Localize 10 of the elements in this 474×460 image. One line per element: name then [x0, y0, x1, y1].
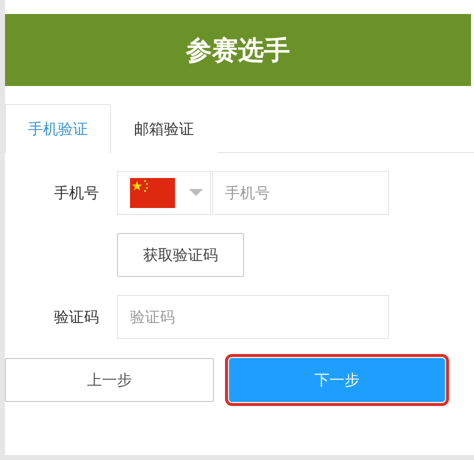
get-code-button[interactable]: 获取验证码	[117, 233, 244, 277]
flag-icon	[130, 178, 175, 208]
caret-icon	[189, 189, 203, 197]
page-title: 参赛选手	[186, 34, 290, 68]
field-label: 手机号	[53, 184, 100, 202]
phone-input[interactable]: 手机号	[212, 171, 389, 215]
field-label: 验证码	[53, 308, 100, 326]
code-input[interactable]: 验证码	[117, 295, 389, 339]
back-button[interactable]: 上一步	[5, 358, 214, 402]
country-select[interactable]	[117, 171, 211, 215]
